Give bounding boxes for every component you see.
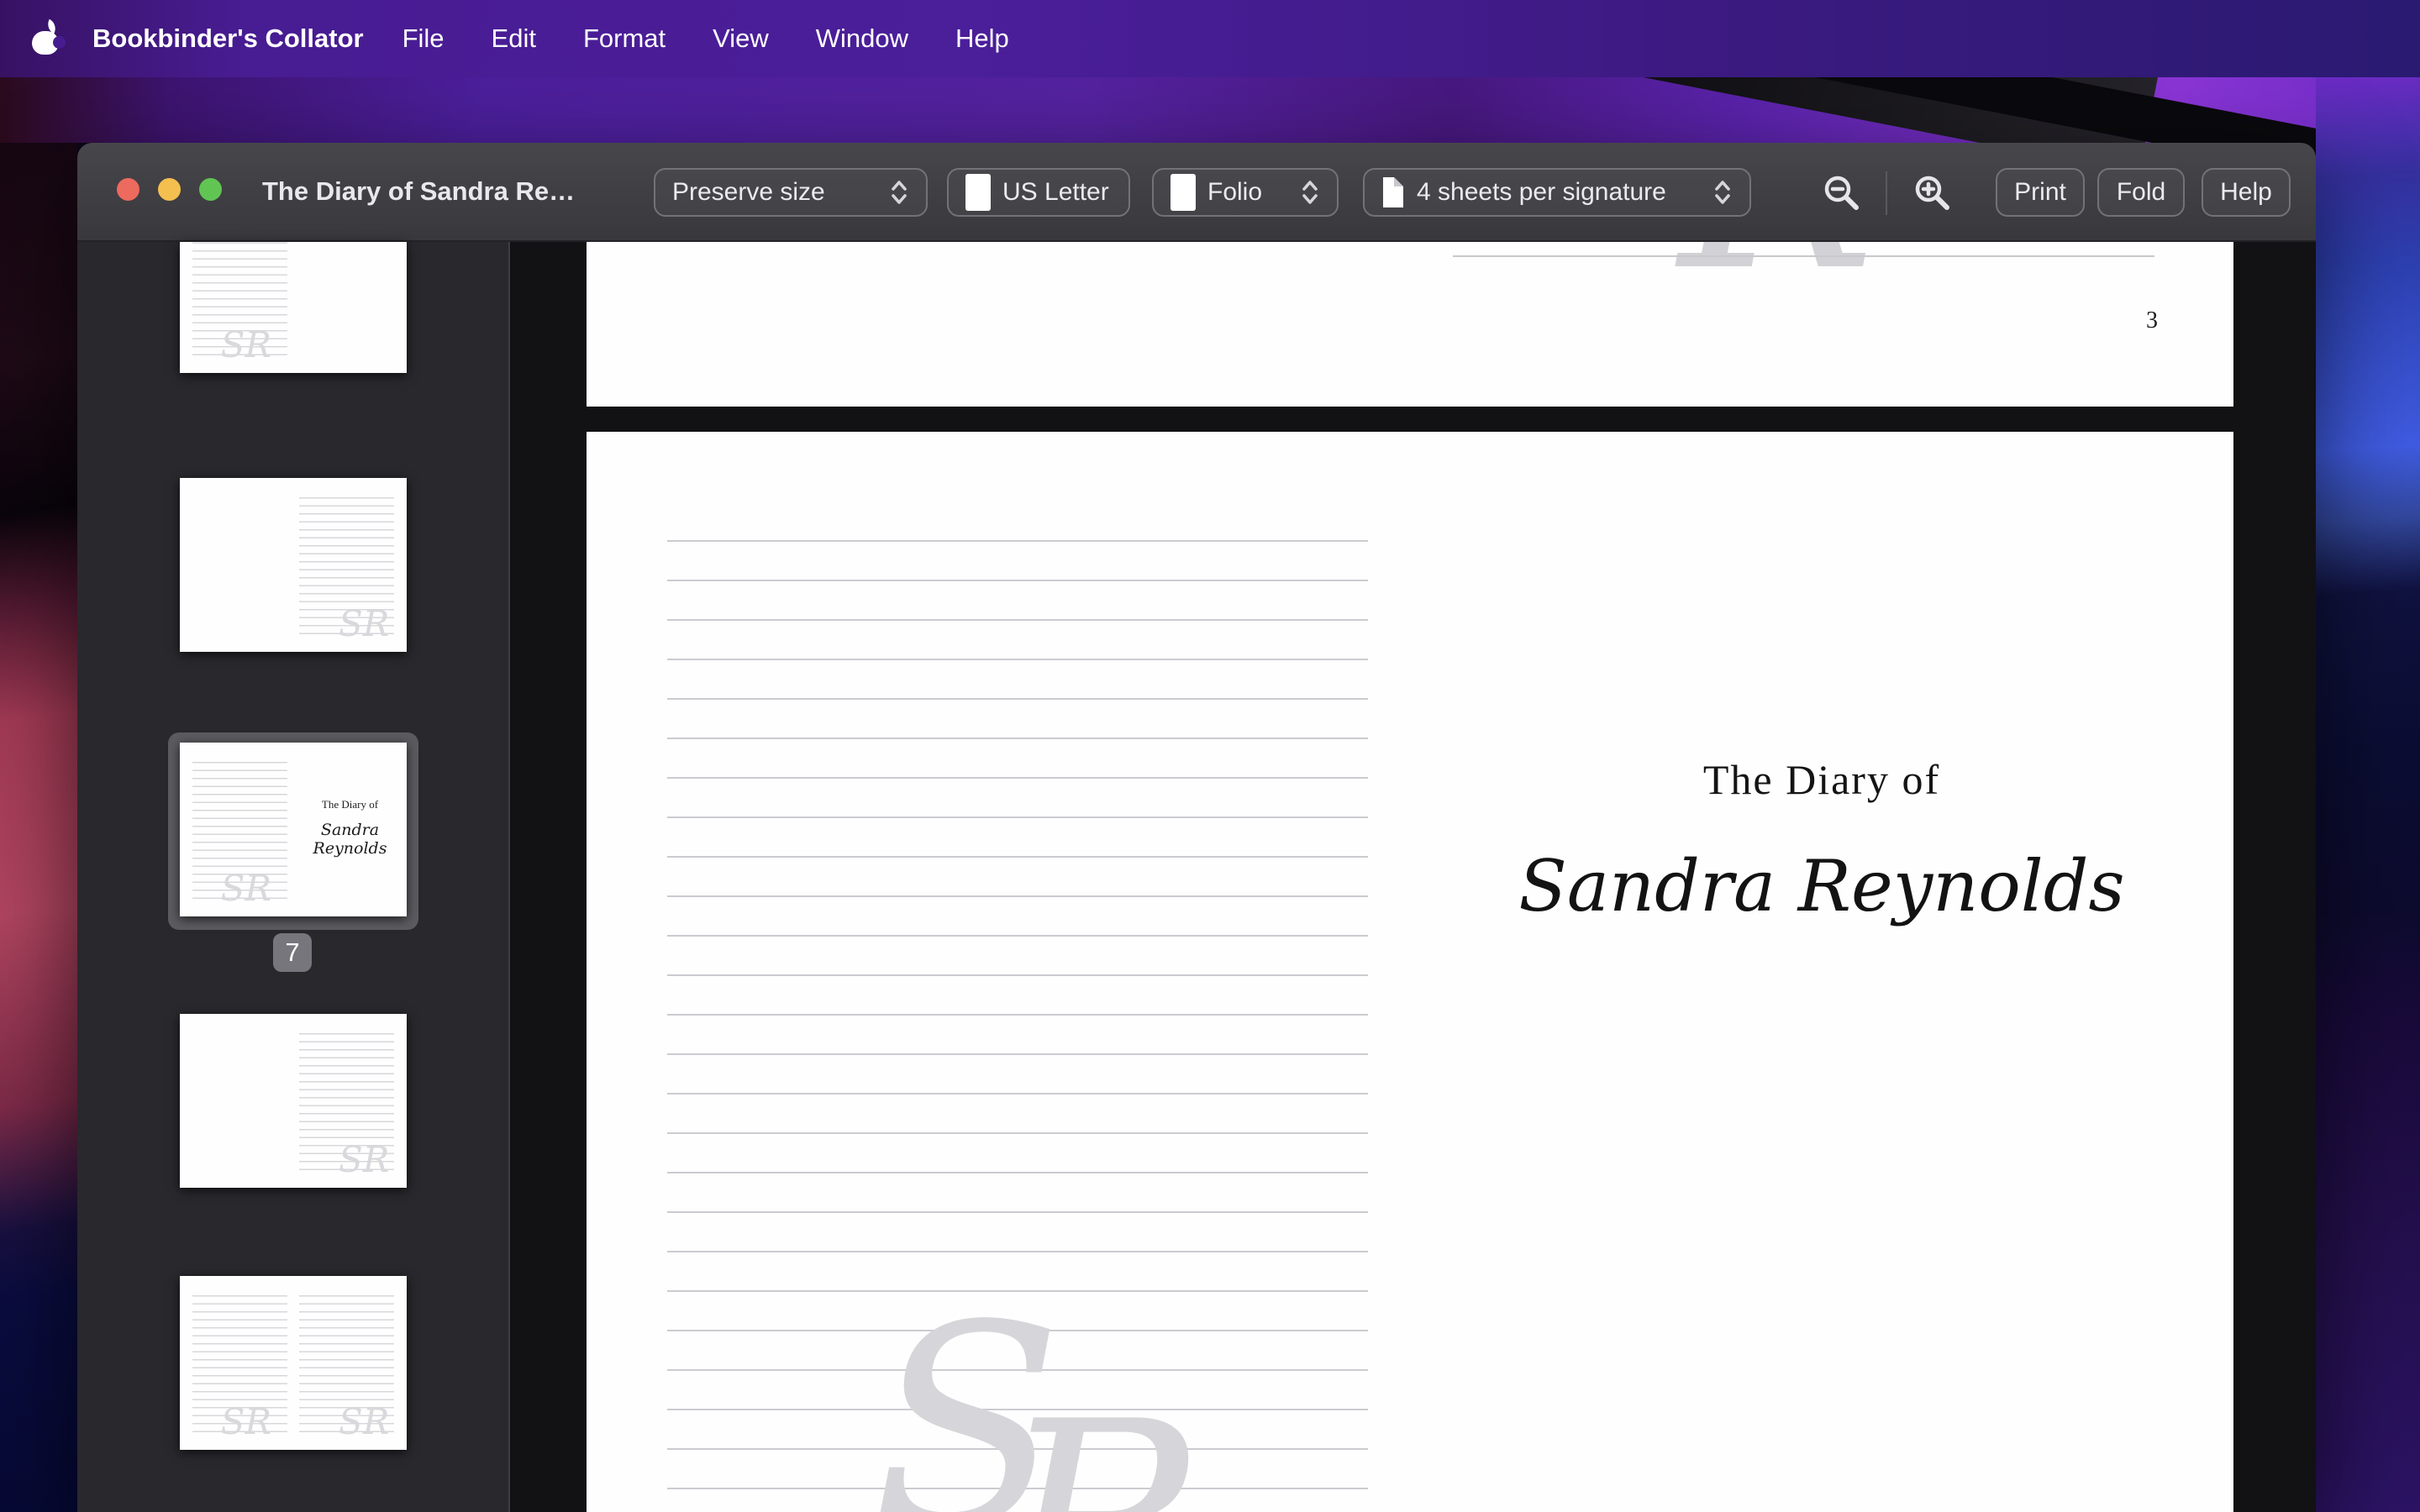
window-title: The Diary of Sandra Re…	[262, 176, 576, 206]
monogram-watermark: SR	[339, 1400, 390, 1442]
preview-spread-partial: R 3	[587, 242, 2233, 407]
menu-item-format[interactable]: Format	[560, 8, 689, 69]
window-controls	[117, 178, 222, 201]
monogram-watermark: SR	[339, 1138, 390, 1180]
minimize-button[interactable]	[158, 178, 181, 201]
menu-item-window[interactable]: Window	[792, 8, 932, 69]
script-watermark-fragment: R	[1679, 242, 1875, 307]
portrait-page-icon	[965, 174, 991, 211]
chevron-up-down-icon	[889, 177, 909, 207]
signature-label: 4 sheets per signature	[1417, 178, 1666, 206]
monogram-watermark-large: S R	[872, 1289, 1376, 1512]
magnifier-minus-icon	[1824, 176, 1859, 210]
monogram-watermark: SR	[220, 867, 271, 909]
page-thumbnail-8[interactable]: SR	[180, 1014, 407, 1188]
portrait-page-icon	[1171, 174, 1196, 211]
chevron-up-down-icon	[1300, 177, 1320, 207]
zoom-window-button[interactable]	[199, 178, 222, 201]
page-thumbnail-6[interactable]: SR	[180, 478, 407, 652]
wallpaper-left-band	[0, 143, 77, 1512]
signature-popup[interactable]: 4 sheets per signature	[1363, 168, 1751, 217]
chevron-up-down-icon	[1712, 177, 1733, 207]
app-window: The Diary of Sandra Re… Preserve size US…	[77, 143, 2316, 1512]
monogram-watermark: SR	[220, 1400, 271, 1442]
apple-menu-icon[interactable]	[32, 18, 66, 55]
page-number: 3	[2146, 307, 2158, 333]
menu-bar: Bookbinder's Collator File Edit Format V…	[0, 0, 2420, 77]
menu-item-help[interactable]: Help	[932, 8, 1033, 69]
fold-style-label: Folio	[1207, 178, 1263, 206]
menu-item-file[interactable]: File	[379, 8, 468, 69]
thumbnail-sidebar: SR 5 SR 6 SR	[77, 242, 510, 1512]
thumb-name-text: Sandra Reynolds	[313, 821, 387, 858]
preserve-size-popup[interactable]: Preserve size	[654, 168, 928, 217]
fold-button[interactable]: Fold	[2097, 168, 2185, 217]
print-button[interactable]: Print	[1996, 168, 2085, 217]
menu-item-view[interactable]: View	[689, 8, 792, 69]
preview-spread-current: S R The Diary of Sandra Reynolds	[587, 432, 2233, 1512]
watermark-letter-r: R	[998, 1385, 1207, 1512]
zoom-out-button[interactable]	[1818, 171, 1865, 215]
paper-size-label: US Letter	[1002, 178, 1109, 206]
wallpaper-right-band	[2316, 77, 2420, 1512]
selected-thumbnail-badge: 7	[273, 933, 312, 972]
fold-style-popup[interactable]: Folio	[1152, 168, 1339, 217]
toolbar-divider	[1886, 171, 1887, 215]
diary-title-text: The Diary of	[1702, 756, 1941, 803]
help-button[interactable]: Help	[2202, 168, 2291, 217]
preserve-size-label: Preserve size	[672, 178, 825, 206]
folded-page-icon	[1381, 176, 1405, 209]
menu-items: File Edit Format View Window Help	[379, 8, 1033, 69]
close-button[interactable]	[117, 178, 139, 201]
thumb-title-text: The Diary of	[321, 798, 379, 811]
page-thumbnail-5[interactable]: SR	[180, 242, 407, 373]
paper-size-button[interactable]: US Letter	[947, 168, 1130, 217]
magnifier-plus-icon	[1915, 176, 1949, 210]
page-thumbnail-9[interactable]: SR SR	[180, 1276, 407, 1450]
menu-app-name[interactable]: Bookbinder's Collator	[92, 24, 364, 54]
ruled-line	[1453, 255, 2154, 257]
zoom-in-button[interactable]	[1909, 171, 1956, 215]
page-thumbnail-7[interactable]: SR The Diary of Sandra Reynolds	[180, 743, 407, 916]
monogram-watermark: SR	[220, 323, 271, 365]
window-titlebar: The Diary of Sandra Re… Preserve size US…	[77, 143, 2316, 242]
monogram-watermark: SR	[339, 602, 390, 644]
menu-item-edit[interactable]: Edit	[468, 8, 560, 69]
diary-name-text: Sandra Reynolds	[1518, 845, 2125, 927]
